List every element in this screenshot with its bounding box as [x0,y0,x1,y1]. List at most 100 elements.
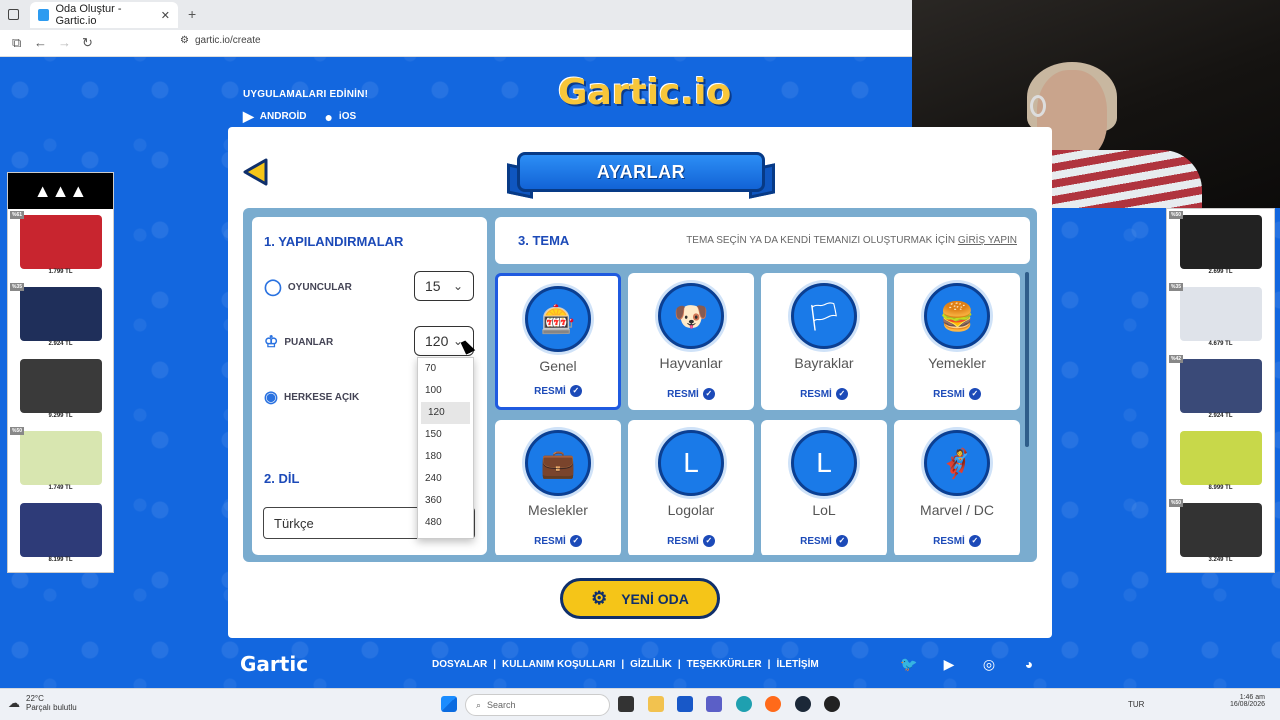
footer-link[interactable]: TEŞEKKÜRLER [687,659,762,670]
twitter-icon[interactable]: 🐦 [900,655,918,673]
theme-card[interactable]: 🦸 Marvel / DC RESMİ ✓ [894,420,1020,555]
new-room-button[interactable]: ⚙ YENİ ODA [560,578,720,619]
theme-card[interactable]: 🎰 Genel RESMİ ✓ [495,273,621,410]
ad-product[interactable]: %42 2.924 TL [1167,353,1274,425]
footer-link[interactable]: GİZLİLİK [630,659,672,670]
theme-card[interactable]: 🐶 Hayvanlar RESMİ ✓ [628,273,754,410]
ad-product[interactable]: %35 4.679 TL [1167,281,1274,353]
file-explorer-icon[interactable] [648,696,664,712]
product-image [19,215,102,269]
right-ad-banner[interactable]: %50 2.699 TL %35 4.679 TL %42 2.924 TL 8.999 T… [1166,208,1275,573]
slot-machine-icon: 🎰 [525,286,591,352]
theme-card[interactable]: 🏳 Bayraklar RESMİ ✓ [761,273,887,410]
teams-icon[interactable] [706,696,722,712]
forward-arrow-icon[interactable]: → [58,35,71,50]
gartic-logo[interactable]: Gartic.io [558,72,731,116]
discount-badge: %35 [1169,283,1184,291]
public-label: HERKESE AÇIK [283,391,360,403]
get-apps: UYGULAMALARI EDİNİN! ▶ ANDROİD ● iOS [243,89,368,125]
players-value: 15 [425,278,441,294]
points-option-item[interactable]: 70 [418,358,473,380]
check-icon: ✓ [569,385,582,397]
edge-icon[interactable] [736,696,752,712]
site-info-icon[interactable]: ⚙ [180,35,189,46]
theme-card[interactable]: 🍔 Yemekler RESMİ ✓ [894,273,1020,410]
product-image [1179,287,1262,341]
footer-link[interactable]: DOSYALAR [432,659,487,670]
keyboard-language[interactable]: TUR [1128,700,1144,709]
new-tab-icon[interactable]: + [188,6,196,22]
back-button[interactable] [242,158,268,186]
footer-links: DOSYALAR | KULLANIM KOŞULLARI | GİZLİLİK | TEŞ… [432,659,819,670]
discord-icon[interactable]: ◕ [1020,655,1038,673]
ad-product[interactable]: %50 1.749 TL [8,425,113,497]
ios-link[interactable]: ● iOS [324,109,356,125]
ad-product[interactable]: 8.999 TL [1167,425,1274,497]
points-option-item[interactable]: 100 [418,380,473,402]
points-option-item[interactable]: 480 [418,512,473,534]
ad-product[interactable]: %50 3.249 TL [1167,497,1274,569]
gear-icon: ⚙ [591,588,608,608]
steam-icon[interactable] [795,696,811,712]
burger-icon: 🍔 [924,283,990,349]
points-option-item[interactable]: 180 [418,446,473,468]
ad-product[interactable]: %61 1.799 TL [8,209,113,281]
check-icon: ✓ [569,535,582,547]
instagram-icon[interactable]: ◎ [980,655,998,673]
points-option-item[interactable]: 240 [418,468,473,490]
product-price: 8.999 TL [1208,485,1233,491]
ad-product[interactable]: %35 2.924 TL [8,281,113,353]
close-tab-icon[interactable]: ✕ [161,9,170,22]
footer-separator: | [677,659,681,670]
weather-widget[interactable]: ☁ 22°C Parçalı bulutlu [8,694,77,712]
theme-card[interactable]: L Logolar RESMİ ✓ [628,420,754,555]
check-icon: ✓ [702,388,715,400]
login-link[interactable]: GİRİŞ YAPIN [958,235,1017,246]
theme-card-name: Hayvanlar [659,355,723,371]
footer-separator: | [621,659,625,670]
product-price: 1.749 TL [48,485,73,491]
footer-logo[interactable]: Gartic [240,652,308,676]
task-view-icon[interactable] [618,696,634,712]
ad-product[interactable]: 9.299 TL [8,353,113,425]
product-price: 9.299 TL [48,413,73,419]
weather-temp: 22°C [26,694,44,703]
players-select[interactable]: 15 ⌄ [414,271,474,301]
points-option-item[interactable]: 360 [418,490,473,512]
left-ad-banner[interactable]: ▲▲▲ %61 1.799 TL %35 2.924 TL 9.299 TL %50 1.7… [7,172,114,573]
product-image [1179,503,1262,557]
ad-product[interactable]: 8.199 TL [8,497,113,569]
window-menu-icon[interactable] [8,9,19,20]
obs-icon[interactable] [824,696,840,712]
reload-icon[interactable]: ↻ [82,35,93,51]
url-field[interactable]: ⚙ gartic.io/create [180,35,261,46]
trophy-icon: ♔ [264,334,279,351]
windows-start-icon[interactable] [441,696,457,712]
taskbar-search[interactable]: ⌕ Search [465,694,610,716]
theme-card-name: Marvel / DC [920,502,994,518]
discount-badge: %50 [10,427,25,435]
points-dropdown[interactable]: 70 100 120 150 180 240 360 480 [417,357,474,539]
theme-card[interactable]: L LoL RESMİ ✓ [761,420,887,555]
page-title: AYARLAR [517,152,765,192]
browser-tab[interactable]: Oda Oluştur - Gartic.io ✕ [30,2,178,28]
back-arrow-icon[interactable]: ← [34,35,47,50]
points-option-item[interactable]: 120 [421,402,470,424]
adidas-logo-icon: ▲▲▲ [8,173,113,209]
ad-product[interactable]: %50 2.699 TL [1167,209,1274,281]
theme-scrollbar[interactable] [1025,272,1029,447]
firefox-icon[interactable] [765,696,781,712]
footer-link[interactable]: KULLANIM KOŞULLARI [502,659,615,670]
flag-icon: 🏳 [791,283,857,349]
address-bar: ⧉ ← → ↻ ⚙ gartic.io/create [0,30,912,57]
youtube-icon[interactable]: ▶ [940,655,958,673]
points-option-item[interactable]: 150 [418,424,473,446]
clock[interactable]: 1:46 am 16/08/2026 [1230,694,1265,708]
official-badge: RESMİ ✓ [933,535,981,547]
theme-card[interactable]: 💼 Meslekler RESMİ ✓ [495,420,621,555]
android-link[interactable]: ▶ ANDROİD [243,108,306,125]
sidebar-toggle-icon[interactable]: ⧉ [12,35,21,51]
footer-link[interactable]: İLETİŞİM [776,659,818,670]
discount-badge: %61 [10,211,25,219]
store-icon[interactable] [677,696,693,712]
